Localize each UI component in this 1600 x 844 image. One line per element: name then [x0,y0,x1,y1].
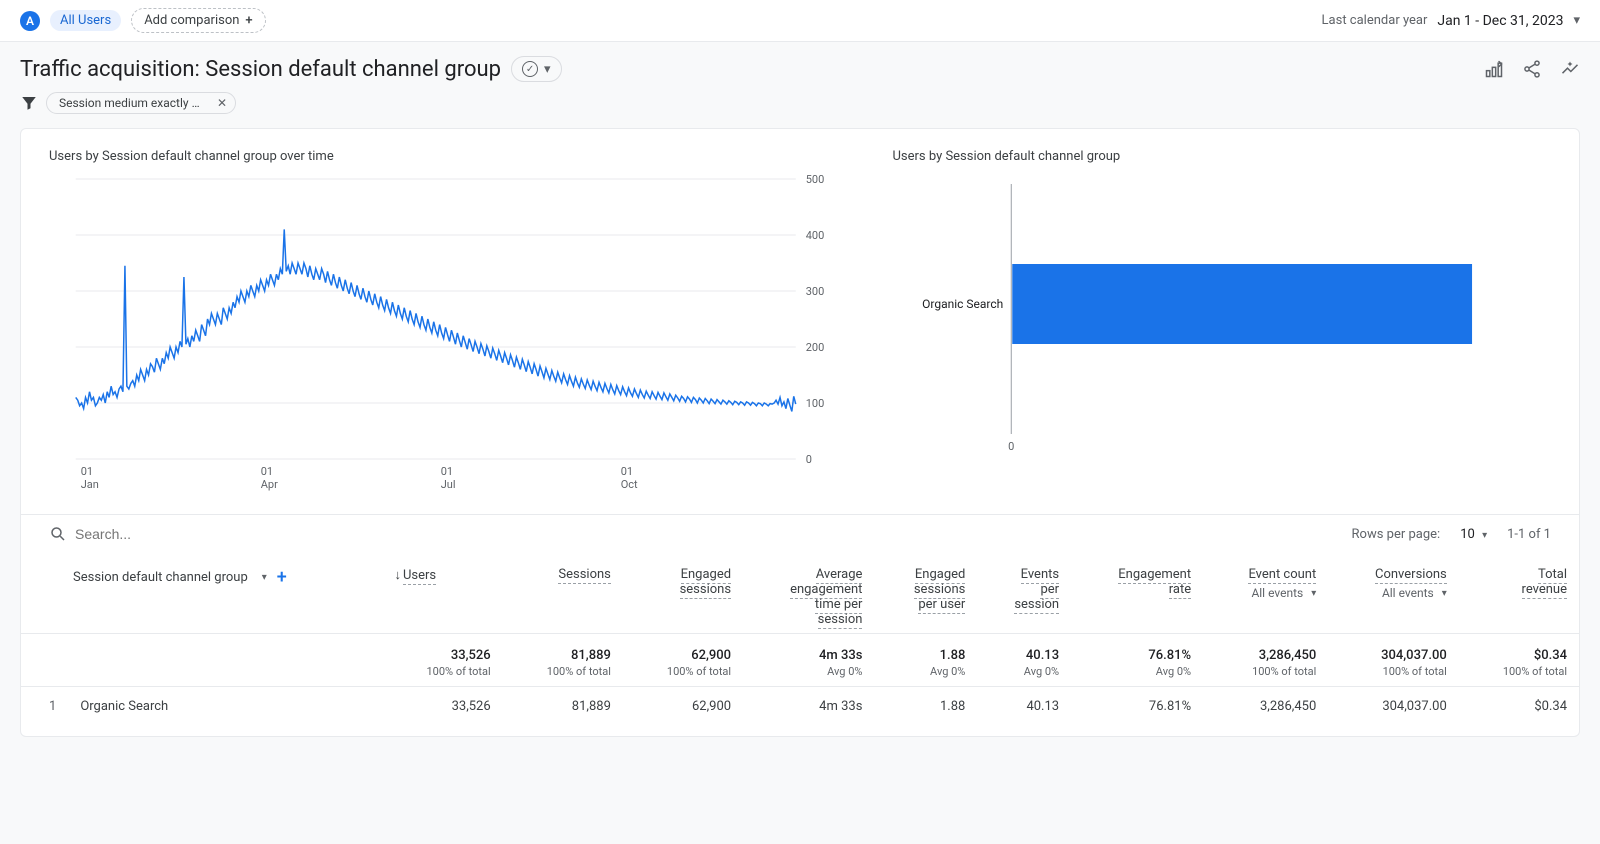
column-header[interactable]: Eventspersession [977,553,1071,634]
table-pager: Rows per page: 10 ▾ 1-1 of 1 [1352,527,1551,542]
svg-text:01: 01 [621,465,633,478]
audience-badge: A [20,11,40,31]
rows-per-page-value: 10 [1460,527,1475,542]
rows-per-page-select[interactable]: 10 ▾ [1460,527,1487,542]
search-icon [49,525,67,543]
line-chart: 010020030040050001Jan01Apr01Jul01Oct [49,174,862,504]
report-card: Users by Session default channel group o… [20,128,1580,737]
line-chart-title: Users by Session default channel group o… [49,149,862,164]
column-header[interactable]: Engagedsessions [623,553,743,634]
column-header[interactable]: Averageengagementtime persession [743,553,874,634]
close-icon[interactable]: ✕ [217,96,227,110]
all-users-pill[interactable]: All Users [50,10,121,31]
svg-text:300: 300 [806,285,825,298]
line-chart-panel: Users by Session default channel group o… [49,149,862,504]
filter-chip-text: Session medium exactly m... [59,96,207,110]
page-range: 1-1 of 1 [1507,527,1551,542]
rows-per-page-label: Rows per page: [1352,527,1441,542]
date-label: Last calendar year [1322,13,1428,28]
svg-text:400: 400 [806,229,825,242]
column-header[interactable]: Event countAll events▾ [1203,553,1328,634]
chevron-down-icon: ▾ [262,572,267,583]
column-header[interactable]: ConversionsAll events▾ [1328,553,1459,634]
column-header[interactable]: Engagedsessionsper user [874,553,977,634]
svg-text:500: 500 [806,174,825,186]
topbar-left: A All Users Add comparison + [20,8,266,33]
bar-chart: Organic Search 0 [892,174,1551,464]
svg-text:100: 100 [806,397,825,410]
filter-row: Session medium exactly m... ✕ [0,88,1600,128]
check-circle-icon: ✓ [522,61,538,77]
summary-row: 33,526100% of total81,889100% of total62… [21,634,1579,687]
title-dropdown[interactable]: ✓ ▾ [511,56,562,82]
svg-text:01: 01 [81,465,93,478]
dimension-header[interactable]: Session default channel group ▾ + [33,567,370,588]
table-controls: Rows per page: 10 ▾ 1-1 of 1 [21,514,1579,553]
table-header-row: Session default channel group ▾ + ↓Users… [21,553,1579,634]
title-actions [1484,59,1580,79]
bar-chart-panel: Users by Session default channel group O… [892,149,1551,504]
table-body: 33,526100% of total81,889100% of total62… [21,634,1579,727]
column-header[interactable]: Totalrevenue [1459,553,1579,634]
plus-icon: + [245,13,252,28]
svg-text:Jan: Jan [81,478,99,491]
share-icon[interactable] [1522,59,1542,79]
date-range: Jan 1 - Dec 31, 2023 [1437,13,1563,29]
page-title: Traffic acquisition: Session default cha… [20,57,501,82]
table-row[interactable]: 1Organic Search33,52681,88962,9004m 33s1… [21,687,1579,727]
customize-report-icon[interactable] [1484,59,1504,79]
column-header[interactable]: ↓Users [382,553,502,634]
add-comparison-button[interactable]: Add comparison + [131,8,265,33]
svg-text:Organic Search: Organic Search [923,297,1004,311]
svg-text:0: 0 [806,453,812,466]
svg-text:01: 01 [441,465,453,478]
svg-text:0: 0 [1009,440,1015,453]
filter-chip[interactable]: Session medium exactly m... ✕ [46,92,236,114]
svg-text:01: 01 [261,465,273,478]
chevron-down-icon: ▾ [1573,13,1580,28]
data-table: Session default channel group ▾ + ↓Users… [21,553,1579,726]
search-input[interactable] [75,526,275,542]
date-picker[interactable]: Last calendar year Jan 1 - Dec 31, 2023 … [1322,13,1580,29]
title-row: Traffic acquisition: Session default cha… [0,42,1600,88]
charts-row: Users by Session default channel group o… [21,129,1579,514]
topbar: A All Users Add comparison + Last calend… [0,0,1600,42]
svg-text:Jul: Jul [441,478,456,491]
svg-text:Apr: Apr [261,478,278,491]
table-search[interactable] [49,525,275,543]
svg-text:Oct: Oct [621,478,638,491]
svg-text:200: 200 [806,341,825,354]
chevron-down-icon: ▾ [544,62,551,77]
column-header[interactable]: Engagementrate [1071,553,1203,634]
add-comparison-label: Add comparison [144,13,239,28]
chevron-down-icon: ▾ [1482,530,1487,541]
bar-chart-title: Users by Session default channel group [892,149,1551,164]
add-dimension-button[interactable]: + [277,567,287,588]
insights-icon[interactable] [1560,59,1580,79]
filter-icon[interactable] [20,94,38,112]
title-left: Traffic acquisition: Session default cha… [20,56,562,82]
column-header[interactable]: Sessions [503,553,623,634]
